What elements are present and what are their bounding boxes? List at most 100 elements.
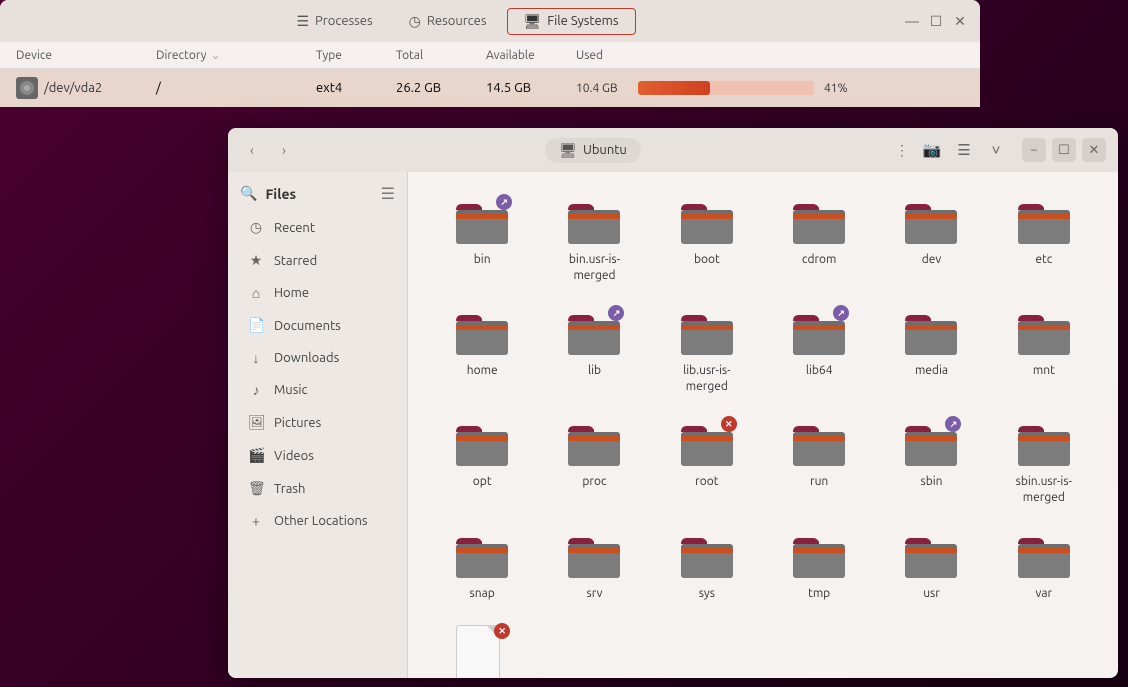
folder-item[interactable]: mnt [990, 299, 1098, 402]
folder-name: bin [474, 252, 491, 268]
device-name: /dev/vda2 [44, 81, 102, 95]
usage-bar: 10.4 GB 41% [576, 81, 856, 95]
folder-item[interactable]: ↗ lib64 [765, 299, 873, 402]
sidebar-item-pictures-label: Pictures [274, 416, 321, 430]
folder-item[interactable]: ↗ sbin [877, 410, 985, 513]
sidebar-item-downloads[interactable]: ↓ Downloads [234, 343, 401, 373]
sm-maximize-button[interactable]: ☐ [928, 13, 944, 29]
folder-item[interactable]: lib.usr-is-merged [653, 299, 761, 402]
folder-item[interactable]: var [990, 522, 1098, 610]
resources-icon: ◷ [409, 13, 421, 30]
folder-item[interactable]: opt [428, 410, 536, 513]
folder-item[interactable]: tmp [765, 522, 873, 610]
folder-item[interactable]: proc [540, 410, 648, 513]
other-locations-icon: + [248, 513, 264, 529]
system-monitor-titlebar: ☰ Processes ◷ Resources 🖥 File Systems —… [0, 0, 980, 42]
sidebar-item-pictures[interactable]: 🖼 Pictures [234, 407, 401, 438]
folder-item[interactable]: srv [540, 522, 648, 610]
folder-name: usr [923, 586, 940, 602]
folder-item[interactable]: snap [428, 522, 536, 610]
search-icon[interactable]: 🔍 [240, 185, 257, 202]
view-toggle-button[interactable]: ☰ [950, 136, 978, 164]
sm-minimize-button[interactable]: — [904, 13, 920, 29]
files-grid: ↗ bin bin.usr-is-merged [408, 172, 1118, 678]
sidebar-item-trash[interactable]: 🗑 Trash [234, 473, 401, 504]
folder-item[interactable]: ↗ bin [428, 188, 536, 291]
home-icon: ⌂ [248, 285, 264, 301]
folder-item[interactable]: boot [653, 188, 761, 291]
new-folder-button[interactable]: 📷 [918, 136, 946, 164]
available-cell: 14.5 GB [486, 81, 576, 95]
files-minimize-button[interactable]: − [1022, 138, 1046, 162]
sm-content: Device Directory ⌄ Type Total Available … [0, 42, 980, 107]
sidebar-item-other-locations-label: Other Locations [274, 514, 368, 528]
sidebar-item-recent-label: Recent [274, 221, 315, 235]
sidebar-menu-button[interactable]: ☰ [381, 184, 395, 203]
files-content: 🔍 Files ☰ ◷ Recent ★ Starred ⌂ Home 📄 Do… [228, 172, 1118, 678]
sidebar-item-videos-label: Videos [274, 449, 314, 463]
tab-resources-label: Resources [427, 14, 487, 28]
processes-icon: ☰ [296, 13, 309, 30]
used-size: 10.4 GB [576, 82, 628, 95]
back-button[interactable]: ‹ [240, 138, 264, 162]
more-options-button[interactable]: ⋮ [890, 138, 914, 162]
col-directory-header: Directory ⌄ [156, 48, 316, 62]
sm-close-button[interactable]: ✕ [952, 13, 968, 29]
folder-name: bin.usr-is-merged [554, 252, 634, 283]
files-titlebar: ‹ › 🖥 Ubuntu ⋮ 📷 ☰ ˅ − ☐ ✕ [228, 128, 1118, 172]
sidebar-title: Files [265, 186, 296, 202]
folder-item[interactable]: dev [877, 188, 985, 291]
files-window-controls: − ☐ ✕ [1022, 138, 1106, 162]
tab-processes[interactable]: ☰ Processes [280, 9, 388, 34]
sidebar-item-videos[interactable]: 🎬 Videos [234, 440, 401, 471]
folder-name: srv [587, 586, 603, 602]
folder-item[interactable]: media [877, 299, 985, 402]
tab-processes-label: Processes [315, 14, 373, 28]
files-window: ‹ › 🖥 Ubuntu ⋮ 📷 ☰ ˅ − ☐ ✕ 🔍 Files ☰ [228, 128, 1118, 678]
sort-button[interactable]: ˅ [982, 136, 1010, 164]
filesystem-row: /dev/vda2 / ext4 26.2 GB 14.5 GB 10.4 GB… [0, 69, 980, 107]
sidebar-item-music[interactable]: ♪ Music [234, 375, 401, 405]
folder-item[interactable]: etc [990, 188, 1098, 291]
sidebar-item-documents[interactable]: 📄 Documents [234, 310, 401, 341]
folder-item[interactable]: usr [877, 522, 985, 610]
location-pill[interactable]: 🖥 Ubuntu [545, 138, 641, 163]
sidebar-item-documents-label: Documents [274, 319, 341, 333]
location-icon: 🖥 [559, 142, 577, 159]
tab-resources[interactable]: ◷ Resources [393, 9, 503, 34]
forward-button[interactable]: › [272, 138, 296, 162]
music-icon: ♪ [248, 382, 264, 398]
total-cell: 26.2 GB [396, 81, 486, 95]
sidebar-item-other-locations[interactable]: + Other Locations [234, 506, 401, 536]
usage-percent: 41% [824, 82, 856, 95]
type-cell: ext4 [316, 81, 396, 95]
folder-name: sbin [920, 474, 942, 490]
folder-name: boot [694, 252, 720, 268]
sm-tabs: ☰ Processes ◷ Resources 🖥 File Systems [12, 8, 904, 35]
sidebar-item-home[interactable]: ⌂ Home [234, 278, 401, 308]
folder-item[interactable]: sys [653, 522, 761, 610]
sm-window-controls: — ☐ ✕ [904, 13, 968, 29]
directory-cell: / [156, 81, 316, 95]
starred-icon: ★ [248, 252, 264, 269]
folder-item[interactable]: home [428, 299, 536, 402]
sidebar-item-starred[interactable]: ★ Starred [234, 245, 401, 276]
folder-item[interactable]: sbin.usr-is-merged [990, 410, 1098, 513]
folder-name: cdrom [802, 252, 836, 268]
sidebar-item-recent[interactable]: ◷ Recent [234, 212, 401, 243]
tab-filesystems[interactable]: 🖥 File Systems [507, 8, 636, 35]
folder-item[interactable]: ↗ lib [540, 299, 648, 402]
folder-name: home [467, 363, 498, 379]
filesystems-icon: 🖥 [524, 13, 542, 30]
col-type-header: Type [316, 49, 396, 62]
files-close-button[interactable]: ✕ [1082, 138, 1106, 162]
file-item[interactable]: ✕ swap.img [428, 617, 536, 678]
folder-name: mnt [1033, 363, 1055, 379]
folder-name: var [1036, 586, 1053, 602]
folder-item[interactable]: run [765, 410, 873, 513]
folder-item[interactable]: cdrom [765, 188, 873, 291]
folder-item[interactable]: ✕ root [653, 410, 761, 513]
folder-name: dev [922, 252, 942, 268]
files-maximize-button[interactable]: ☐ [1052, 138, 1076, 162]
folder-item[interactable]: bin.usr-is-merged [540, 188, 648, 291]
